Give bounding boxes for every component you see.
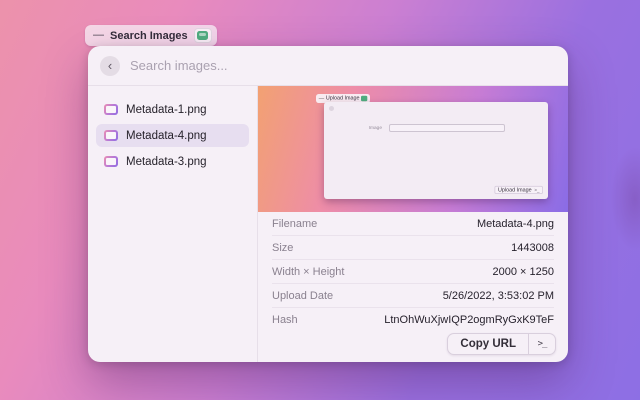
preview-mini-window: Image Upload Image >_: [324, 102, 548, 199]
image-thumbnail-icon: [104, 104, 118, 115]
image-thumbnail-icon: [104, 130, 118, 141]
wallpaper-silhouette: [558, 130, 640, 360]
table-row-filename: Filename Metadata-4.png: [272, 212, 554, 236]
meta-value: 2000 × 1250: [493, 266, 554, 278]
meta-label: Filename: [272, 218, 317, 230]
mini-input-field: [389, 124, 505, 132]
dash-icon: —: [93, 30, 104, 41]
launcher-label: Search Images: [110, 30, 188, 42]
meta-label: Hash: [272, 314, 298, 326]
meta-label: Upload Date: [272, 290, 333, 302]
actions-terminal-button[interactable]: >_: [529, 334, 555, 354]
mini-upload-button: Upload Image >_: [494, 186, 543, 194]
action-button-group: Copy URL >_: [447, 333, 556, 355]
mini-terminal-icon: >_: [534, 187, 539, 192]
green-image-app-icon: [197, 31, 208, 40]
file-name: Metadata-4.png: [126, 130, 207, 142]
metadata-table: Filename Metadata-4.png Size 1443008 Wid…: [258, 212, 568, 332]
file-list: Metadata-1.png Metadata-4.png Metadata-3…: [88, 86, 258, 362]
list-item-metadata-4[interactable]: Metadata-4.png: [96, 124, 249, 147]
mini-pill-label: Upload Image: [326, 96, 360, 101]
table-row-size: Size 1443008: [272, 236, 554, 260]
meta-value: LtnOhWuXjwIQP2ogmRyGxK9TeF: [384, 314, 554, 326]
mini-upload-label: Upload Image: [498, 187, 532, 192]
table-row-upload-date: Upload Date 5/26/2022, 3:53:02 PM: [272, 284, 554, 308]
mini-form-label: Image: [369, 126, 382, 131]
table-row-dimensions: Width × Height 2000 × 1250: [272, 260, 554, 284]
launcher-pill-search-images[interactable]: — Search Images: [85, 25, 217, 46]
mini-form-row: Image: [324, 124, 548, 132]
terminal-prompt-icon: >_: [538, 339, 547, 349]
search-input[interactable]: Search images...: [130, 58, 228, 73]
table-row-hash: Hash LtnOhWuXjwIQP2ogmRyGxK9TeF: [272, 308, 554, 332]
search-bar: ‹ Search images...: [88, 46, 568, 86]
list-item-metadata-1[interactable]: Metadata-1.png: [96, 98, 249, 121]
list-item-metadata-3[interactable]: Metadata-3.png: [96, 150, 249, 173]
image-thumbnail-icon: [104, 156, 118, 167]
back-button[interactable]: ‹: [100, 56, 120, 76]
mini-green-icon: [361, 96, 367, 101]
search-images-window: ‹ Search images... Metadata-1.png Metada…: [88, 46, 568, 362]
extension-keycap: [194, 28, 212, 43]
detail-panel: — Upload Image Image Upload Image >_: [258, 86, 568, 362]
mini-back-button: [329, 106, 334, 111]
meta-value: Metadata-4.png: [477, 218, 554, 230]
copy-url-button[interactable]: Copy URL: [448, 334, 528, 354]
mini-dash-icon: —: [319, 96, 324, 101]
image-preview: — Upload Image Image Upload Image >_: [258, 86, 568, 212]
window-content: Metadata-1.png Metadata-4.png Metadata-3…: [88, 86, 568, 362]
meta-label: Size: [272, 242, 293, 254]
chevron-left-icon: ‹: [108, 59, 112, 72]
meta-value: 1443008: [511, 242, 554, 254]
meta-label: Width × Height: [272, 266, 344, 278]
file-name: Metadata-3.png: [126, 156, 207, 168]
file-name: Metadata-1.png: [126, 104, 207, 116]
meta-value: 5/26/2022, 3:53:02 PM: [443, 290, 554, 302]
action-bar: Copy URL >_: [258, 332, 568, 362]
